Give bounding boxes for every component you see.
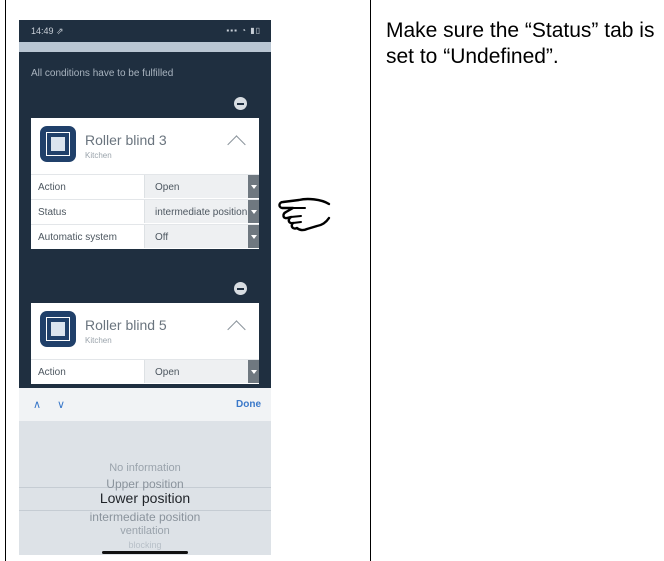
home-indicator xyxy=(102,551,188,554)
picker-option[interactable]: blocking xyxy=(19,540,271,550)
status-select[interactable]: intermediate position xyxy=(144,200,259,223)
device-card-header[interactable]: Roller blind 5 Kitchen xyxy=(31,303,259,360)
picker-wheel[interactable]: No information Upper position Lower positi… xyxy=(19,421,271,555)
picker-option[interactable]: ventilation xyxy=(19,525,271,537)
picker-option[interactable]: No information xyxy=(19,462,271,474)
action-select[interactable]: Open xyxy=(144,175,259,198)
status-bar: 14:49 ⇗ ▪▪▪ ◔ ▮▯ xyxy=(19,20,271,42)
device-card-roller-blind-3: Roller blind 3 Kitchen Action Open Statu… xyxy=(31,118,259,249)
conditions-note: All conditions have to be fulfilled xyxy=(31,68,174,79)
action-row: Action Open xyxy=(31,360,259,384)
phone-screen: 14:49 ⇗ ▪▪▪ ◔ ▮▯ All conditions have to … xyxy=(19,20,271,555)
status-row: Status intermediate position xyxy=(31,200,259,225)
chevron-up-icon[interactable] xyxy=(227,320,246,339)
picker-option[interactable]: Lower position xyxy=(19,490,271,506)
previous-field-button[interactable]: ∧ xyxy=(33,398,41,411)
picker-option[interactable]: Upper position xyxy=(19,477,271,491)
picker-option[interactable]: intermediate position xyxy=(19,510,271,524)
signal-wifi-battery-icon: ▪▪▪ ◔ ▮▯ xyxy=(226,26,261,35)
device-card-header[interactable]: Roller blind 3 Kitchen xyxy=(31,118,259,175)
action-value: Open xyxy=(155,367,180,378)
dropdown-arrow-icon xyxy=(248,225,259,248)
device-name: Roller blind 5 xyxy=(85,317,167,333)
remove-condition-icon[interactable] xyxy=(234,282,247,295)
action-label: Action xyxy=(38,367,66,378)
automatic-system-label: Automatic system xyxy=(38,232,117,243)
dropdown-arrow-icon xyxy=(248,175,259,198)
action-label: Action xyxy=(38,182,66,193)
device-card-roller-blind-5: Roller blind 5 Kitchen Action Open xyxy=(31,303,259,384)
pointing-hand-icon xyxy=(278,197,331,232)
status-label: Status xyxy=(38,207,67,218)
device-name: Roller blind 3 xyxy=(85,132,167,148)
remove-condition-icon[interactable] xyxy=(234,97,247,110)
automatic-system-value: Off xyxy=(155,232,169,243)
automatic-system-row: Automatic system Off xyxy=(31,225,259,249)
clock: 14:49 ⇗ xyxy=(31,26,64,36)
instruction-text: Make sure the “Status” tab is set to “Un… xyxy=(386,19,655,68)
device-room: Kitchen xyxy=(85,336,112,345)
roller-blind-icon xyxy=(40,126,76,162)
dropdown-arrow-icon xyxy=(248,200,259,223)
action-select[interactable]: Open xyxy=(144,360,259,383)
action-value: Open xyxy=(155,182,180,193)
dropdown-arrow-icon xyxy=(248,360,259,383)
header-divider xyxy=(19,42,271,52)
done-button[interactable]: Done xyxy=(236,399,261,410)
device-room: Kitchen xyxy=(85,151,112,160)
picker-toolbar: ∧ ∨ Done xyxy=(19,388,271,422)
next-field-button[interactable]: ∨ xyxy=(57,398,65,411)
roller-blind-icon xyxy=(40,311,76,347)
status-value: intermediate position xyxy=(155,207,247,218)
automatic-system-select[interactable]: Off xyxy=(144,225,259,248)
action-row: Action Open xyxy=(31,175,259,200)
chevron-up-icon[interactable] xyxy=(227,135,246,154)
